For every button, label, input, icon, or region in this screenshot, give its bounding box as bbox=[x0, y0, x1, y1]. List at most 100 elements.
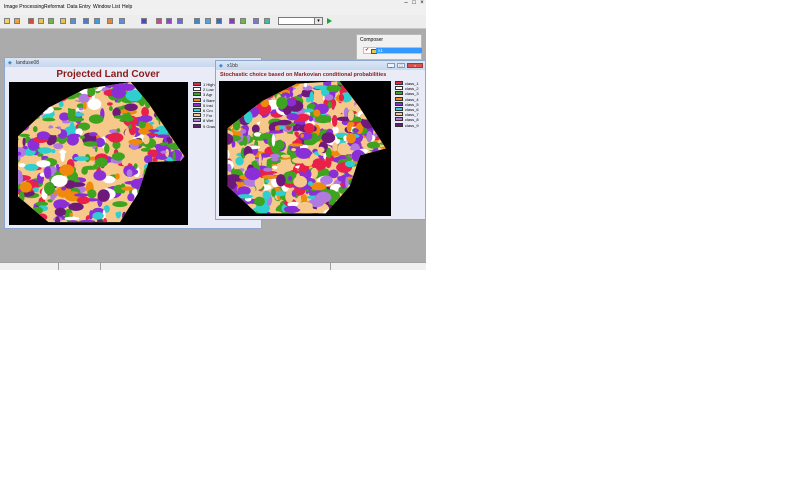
land-cover-patch bbox=[362, 163, 370, 168]
land-cover-patch bbox=[51, 149, 56, 154]
model-icon[interactable] bbox=[240, 18, 246, 24]
land-cover-patch bbox=[383, 167, 386, 179]
composer-layer-name[interactable]: x1 bbox=[376, 48, 422, 53]
run-icon[interactable] bbox=[327, 18, 332, 24]
land-cover-patch bbox=[18, 84, 32, 97]
land-cover-patch bbox=[21, 88, 27, 95]
land-cover-patch bbox=[143, 166, 159, 179]
land-cover-patch bbox=[33, 103, 49, 112]
query-icon[interactable] bbox=[70, 18, 76, 24]
minimize-button[interactable]: _ bbox=[387, 63, 395, 68]
maximize-button[interactable]: □ bbox=[397, 63, 405, 68]
land-cover-patch bbox=[350, 201, 360, 210]
land-cover-patch bbox=[135, 219, 146, 223]
land-cover-patch bbox=[247, 99, 257, 105]
map-canvas[interactable] bbox=[9, 82, 188, 225]
display-icon[interactable] bbox=[60, 18, 66, 24]
land-cover-patch bbox=[366, 141, 381, 149]
land-cover-patch bbox=[160, 162, 171, 166]
land-cover-patch bbox=[386, 172, 390, 178]
layer-icon[interactable] bbox=[48, 18, 54, 24]
land-cover-patch bbox=[368, 165, 373, 178]
land-cover-patch bbox=[145, 181, 162, 194]
land-cover-patch bbox=[61, 186, 67, 191]
land-cover-patch bbox=[65, 82, 70, 95]
settings-icon[interactable] bbox=[216, 18, 222, 24]
land-cover-patch bbox=[42, 117, 56, 122]
close-button[interactable]: × bbox=[407, 63, 423, 68]
land-cover-patch bbox=[271, 157, 279, 162]
land-cover-patch bbox=[357, 91, 362, 103]
checkmark-icon[interactable]: ✔ bbox=[365, 48, 369, 53]
land-cover-patch bbox=[18, 94, 23, 105]
measure-icon[interactable] bbox=[119, 18, 125, 24]
maximize-button[interactable]: □ bbox=[410, 0, 418, 8]
chevron-down-icon[interactable]: ▾ bbox=[314, 18, 322, 24]
land-cover-patch bbox=[25, 82, 31, 90]
legend-swatch bbox=[395, 81, 403, 85]
composer-layer-row[interactable]: ✔ x1 bbox=[363, 47, 422, 54]
edit-icon[interactable] bbox=[194, 18, 200, 24]
land-cover-patch bbox=[111, 86, 126, 99]
digitize-icon[interactable] bbox=[4, 18, 10, 24]
macro-icon[interactable] bbox=[253, 18, 259, 24]
land-cover-patch bbox=[219, 139, 227, 152]
land-cover-patch bbox=[309, 91, 315, 103]
land-cover-patch bbox=[291, 148, 296, 152]
land-cover-patch bbox=[372, 178, 386, 189]
flow-icon[interactable] bbox=[229, 18, 235, 24]
menu-image-processing[interactable]: Image Processing bbox=[4, 4, 44, 10]
land-cover-patch bbox=[325, 147, 332, 159]
land-cover-patch bbox=[24, 163, 39, 171]
land-cover-patch bbox=[227, 200, 229, 214]
zoom-icon[interactable] bbox=[83, 18, 89, 24]
menu-reformat[interactable]: Reformat bbox=[44, 4, 65, 10]
land-cover-patch bbox=[354, 169, 365, 177]
histogram-icon[interactable] bbox=[141, 18, 147, 24]
land-cover-patch bbox=[103, 218, 107, 223]
land-cover-patch bbox=[377, 174, 385, 181]
land-cover-patch bbox=[381, 198, 386, 210]
layer-selector-dropdown[interactable]: ▾ bbox=[278, 17, 323, 25]
land-cover-patch bbox=[219, 174, 227, 185]
menu-help[interactable]: Help bbox=[122, 4, 132, 10]
stochastic-map-window[interactable]: ◆ x1bb _ □ × Stochastic choice based on … bbox=[215, 60, 426, 220]
land-cover-patch bbox=[166, 93, 180, 104]
land-cover-patch bbox=[355, 102, 371, 110]
land-cover-patch bbox=[227, 102, 230, 111]
land-cover-patch bbox=[368, 95, 378, 105]
export-icon[interactable] bbox=[205, 18, 211, 24]
land-cover-patch bbox=[21, 218, 35, 223]
land-cover-patch bbox=[179, 179, 185, 187]
land-cover-patch bbox=[295, 147, 312, 159]
palette-icon[interactable] bbox=[107, 18, 113, 24]
menu-data-entry[interactable]: Data Entry bbox=[67, 4, 91, 10]
pan-icon[interactable] bbox=[94, 18, 100, 24]
land-cover-patch bbox=[360, 186, 370, 198]
land-cover-patch bbox=[243, 204, 248, 214]
land-cover-patch bbox=[22, 137, 26, 147]
land-cover-patch bbox=[155, 102, 161, 114]
georef-icon[interactable] bbox=[156, 18, 162, 24]
land-cover-patch bbox=[139, 217, 150, 223]
vector-icon[interactable] bbox=[28, 18, 34, 24]
land-cover-patch bbox=[183, 114, 185, 126]
land-cover-patch bbox=[88, 114, 104, 124]
tool-icon[interactable] bbox=[264, 18, 270, 24]
map-canvas[interactable] bbox=[219, 81, 391, 216]
land-cover-patch bbox=[160, 173, 174, 186]
window-title-bar[interactable]: ◆ x1bb _ □ × bbox=[216, 61, 425, 70]
close-button[interactable]: × bbox=[418, 0, 426, 8]
chart-icon[interactable] bbox=[166, 18, 172, 24]
land-cover-patch bbox=[148, 133, 159, 137]
land-cover-patch bbox=[227, 89, 243, 94]
land-cover-patch bbox=[174, 209, 185, 220]
raster-icon[interactable] bbox=[14, 18, 20, 24]
land-cover-patch bbox=[55, 82, 65, 88]
land-cover-patch bbox=[32, 206, 43, 215]
land-cover-patch bbox=[369, 163, 385, 175]
table-icon[interactable] bbox=[177, 18, 183, 24]
menu-window-list[interactable]: Window List bbox=[93, 4, 120, 10]
group-icon[interactable] bbox=[38, 18, 44, 24]
minimize-button[interactable]: – bbox=[402, 0, 410, 8]
